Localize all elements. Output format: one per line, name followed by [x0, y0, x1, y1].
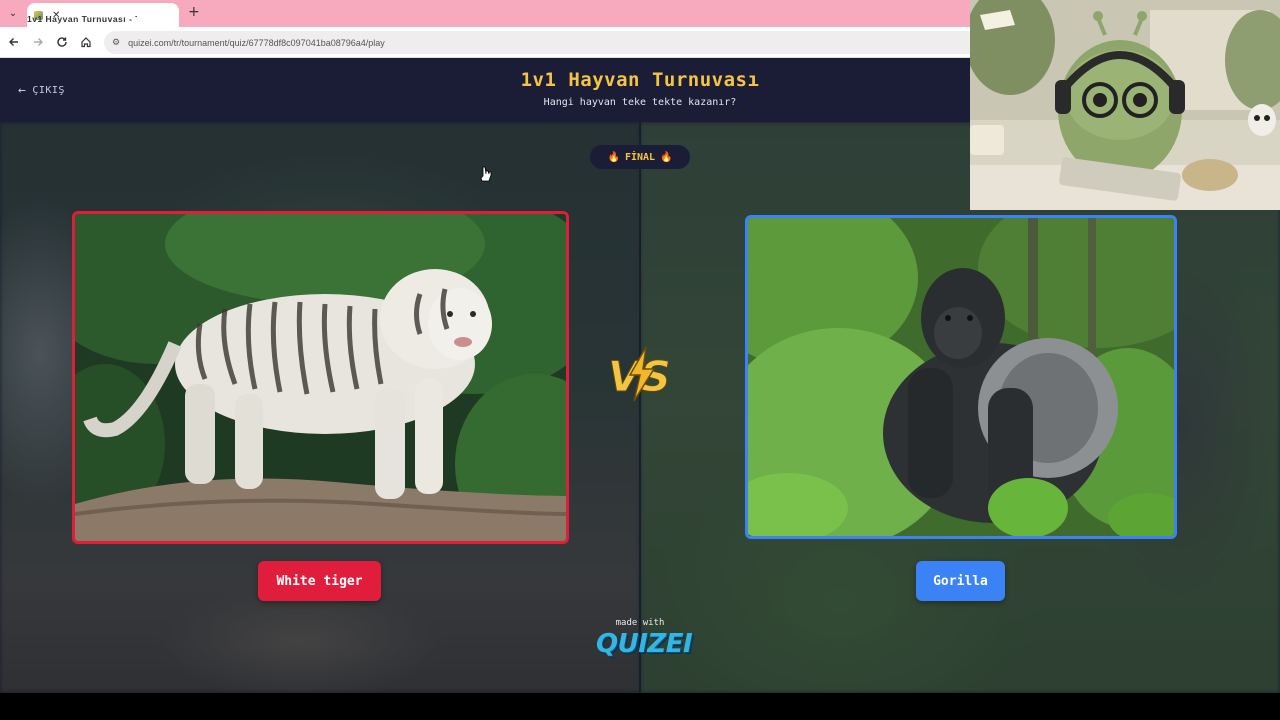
webcam-overlay: [970, 0, 1280, 210]
round-label: FİNAL: [624, 151, 656, 163]
screen: { "browser": { "tab_title": "1v1 Hayvan …: [0, 0, 1280, 720]
quizei-logo[interactable]: QUIZEI: [596, 629, 693, 659]
reload-icon[interactable]: [54, 34, 70, 50]
url-field[interactable]: ⚙ quizei.com/tr/tournament/quiz/67778df8…: [104, 31, 970, 54]
white-tiger-photo: [75, 214, 566, 541]
forward-icon[interactable]: [30, 34, 46, 50]
gorilla-photo: [748, 218, 1174, 536]
home-icon[interactable]: [78, 34, 94, 50]
made-with-label: made with: [615, 618, 665, 628]
tab-title: 1v1 Hayvan Turnuvası - Tier Lis: [27, 14, 137, 24]
mouse-cursor-icon: [480, 166, 492, 182]
vs-icon: VS: [608, 346, 671, 402]
contender-card-white-tiger[interactable]: [72, 211, 569, 544]
url-text: quizei.com/tr/tournament/quiz/67778df8c0…: [128, 37, 385, 48]
center-divider: [639, 122, 641, 693]
fire-icon: 🔥: [607, 151, 620, 163]
fire-icon: 🔥: [660, 151, 673, 163]
site-info-icon[interactable]: ⚙: [112, 38, 120, 48]
choose-white-tiger-button[interactable]: White tiger: [258, 561, 381, 601]
round-badge: 🔥 FİNAL 🔥: [590, 145, 690, 169]
browser-tab-active[interactable]: 1v1 Hayvan Turnuvası - Tier Lis ✕: [27, 3, 179, 27]
back-icon[interactable]: [6, 34, 22, 50]
browser-tab-strip: ⌄ 1v1 Hayvan Turnuvası - Tier Lis ✕ +: [0, 0, 970, 27]
choose-gorilla-button[interactable]: Gorilla: [916, 561, 1005, 601]
chevron-down-icon: ⌄: [8, 8, 18, 19]
contender-card-gorilla[interactable]: [745, 215, 1177, 539]
new-tab-button[interactable]: +: [188, 4, 200, 20]
address-bar: ⚙ quizei.com/tr/tournament/quiz/67778df8…: [0, 27, 970, 58]
tab-list-button[interactable]: ⌄: [4, 5, 22, 22]
bottom-bar: [0, 693, 1280, 720]
